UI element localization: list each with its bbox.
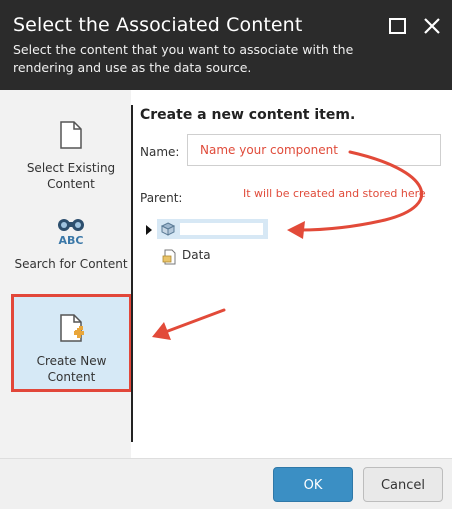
close-icon[interactable] (420, 14, 444, 38)
dialog-title: Select the Associated Content (13, 14, 303, 36)
name-input[interactable]: Name your component (187, 134, 441, 166)
sidebar-item-label: Create New Content (36, 354, 107, 384)
dialog-header: Select the Associated Content Select the… (0, 0, 452, 90)
tree-expand-icon[interactable] (146, 225, 152, 235)
tree-item-label: Data (182, 248, 211, 262)
tree-node-label-box (180, 223, 263, 235)
create-content-panel: Create a new content item. Name: Name yo… (140, 90, 452, 458)
dialog-subtitle: Select the content that you want to asso… (13, 42, 354, 75)
cancel-button[interactable]: Cancel (363, 467, 443, 502)
annotation-note: It will be created and stored here (243, 187, 426, 200)
dialog-footer: OK Cancel (0, 458, 452, 509)
binoculars-abc-icon: ABC (11, 216, 131, 250)
tree-selected-node[interactable] (157, 219, 268, 239)
section-title: Create a new content item. (140, 107, 356, 123)
name-label: Name: (140, 145, 180, 159)
data-folder-icon (162, 249, 178, 269)
parent-label: Parent: (140, 191, 183, 205)
sidebar-item-label: Search for Content (14, 257, 128, 271)
ok-button[interactable]: OK (273, 467, 353, 502)
sidebar-item-label: Select Existing Content (26, 161, 116, 191)
maximize-icon[interactable] (386, 14, 410, 38)
sidebar-item-select-existing[interactable]: Select Existing Content (11, 120, 131, 192)
document-icon (11, 120, 131, 154)
content-node-icon (160, 221, 176, 241)
sidebar: Select Existing Content ABC Search for C… (0, 90, 132, 458)
new-document-icon (14, 313, 129, 347)
panel-divider (131, 105, 133, 442)
sidebar-item-create-new[interactable]: Create New Content (11, 294, 132, 392)
svg-text:ABC: ABC (59, 234, 84, 246)
sidebar-item-search[interactable]: ABC Search for Content (11, 216, 131, 272)
